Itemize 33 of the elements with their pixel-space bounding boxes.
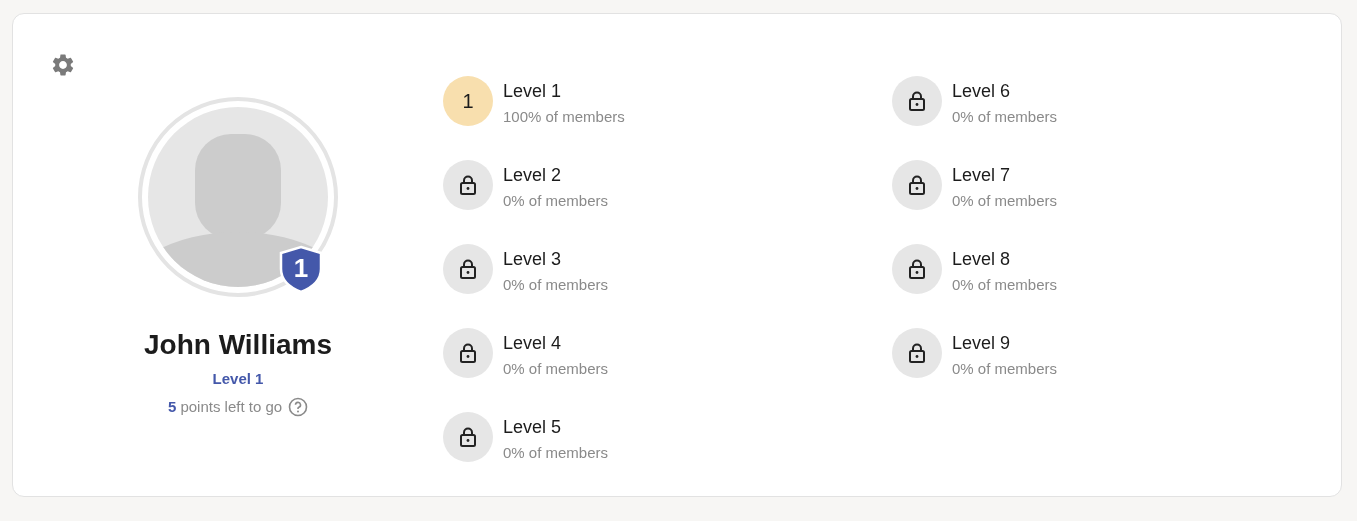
member-share: 0% of members bbox=[503, 275, 609, 295]
member-share: 0% of members bbox=[503, 443, 609, 463]
level-title: Level 1 bbox=[503, 80, 563, 103]
level-number-badge: 1 bbox=[443, 76, 493, 126]
member-share: 0% of members bbox=[952, 359, 1058, 379]
member-share: 0% of members bbox=[952, 275, 1058, 295]
padlock-icon bbox=[459, 343, 477, 363]
level-title: Level 9 bbox=[952, 332, 1012, 355]
member-share: 0% of members bbox=[952, 107, 1058, 127]
level-title: Level 2 bbox=[503, 164, 563, 187]
points-remaining: 5 points left to go bbox=[167, 396, 283, 417]
padlock-icon bbox=[908, 175, 926, 195]
padlock-icon bbox=[459, 259, 477, 279]
padlock-icon bbox=[908, 343, 926, 363]
padlock-icon bbox=[459, 427, 477, 447]
level-shield-badge: 1 bbox=[279, 245, 323, 293]
member-share: 0% of members bbox=[952, 191, 1058, 211]
padlock-icon bbox=[908, 91, 926, 111]
padlock-icon bbox=[908, 259, 926, 279]
member-level: Level 1 bbox=[212, 369, 264, 389]
member-share: 0% of members bbox=[503, 359, 609, 379]
level-title: Level 5 bbox=[503, 416, 563, 439]
member-name: John Williams bbox=[144, 328, 332, 362]
padlock-icon bbox=[459, 175, 477, 195]
member-share: 100% of members bbox=[503, 107, 625, 127]
level-title: Level 8 bbox=[952, 248, 1012, 271]
help-icon[interactable] bbox=[288, 396, 309, 417]
level-title: Level 3 bbox=[503, 248, 563, 271]
member-share: 0% of members bbox=[503, 191, 609, 211]
level-title: Level 6 bbox=[952, 80, 1012, 103]
level-title: Level 4 bbox=[503, 332, 563, 355]
level-title: Level 7 bbox=[952, 164, 1012, 187]
settings-icon[interactable] bbox=[50, 52, 76, 78]
